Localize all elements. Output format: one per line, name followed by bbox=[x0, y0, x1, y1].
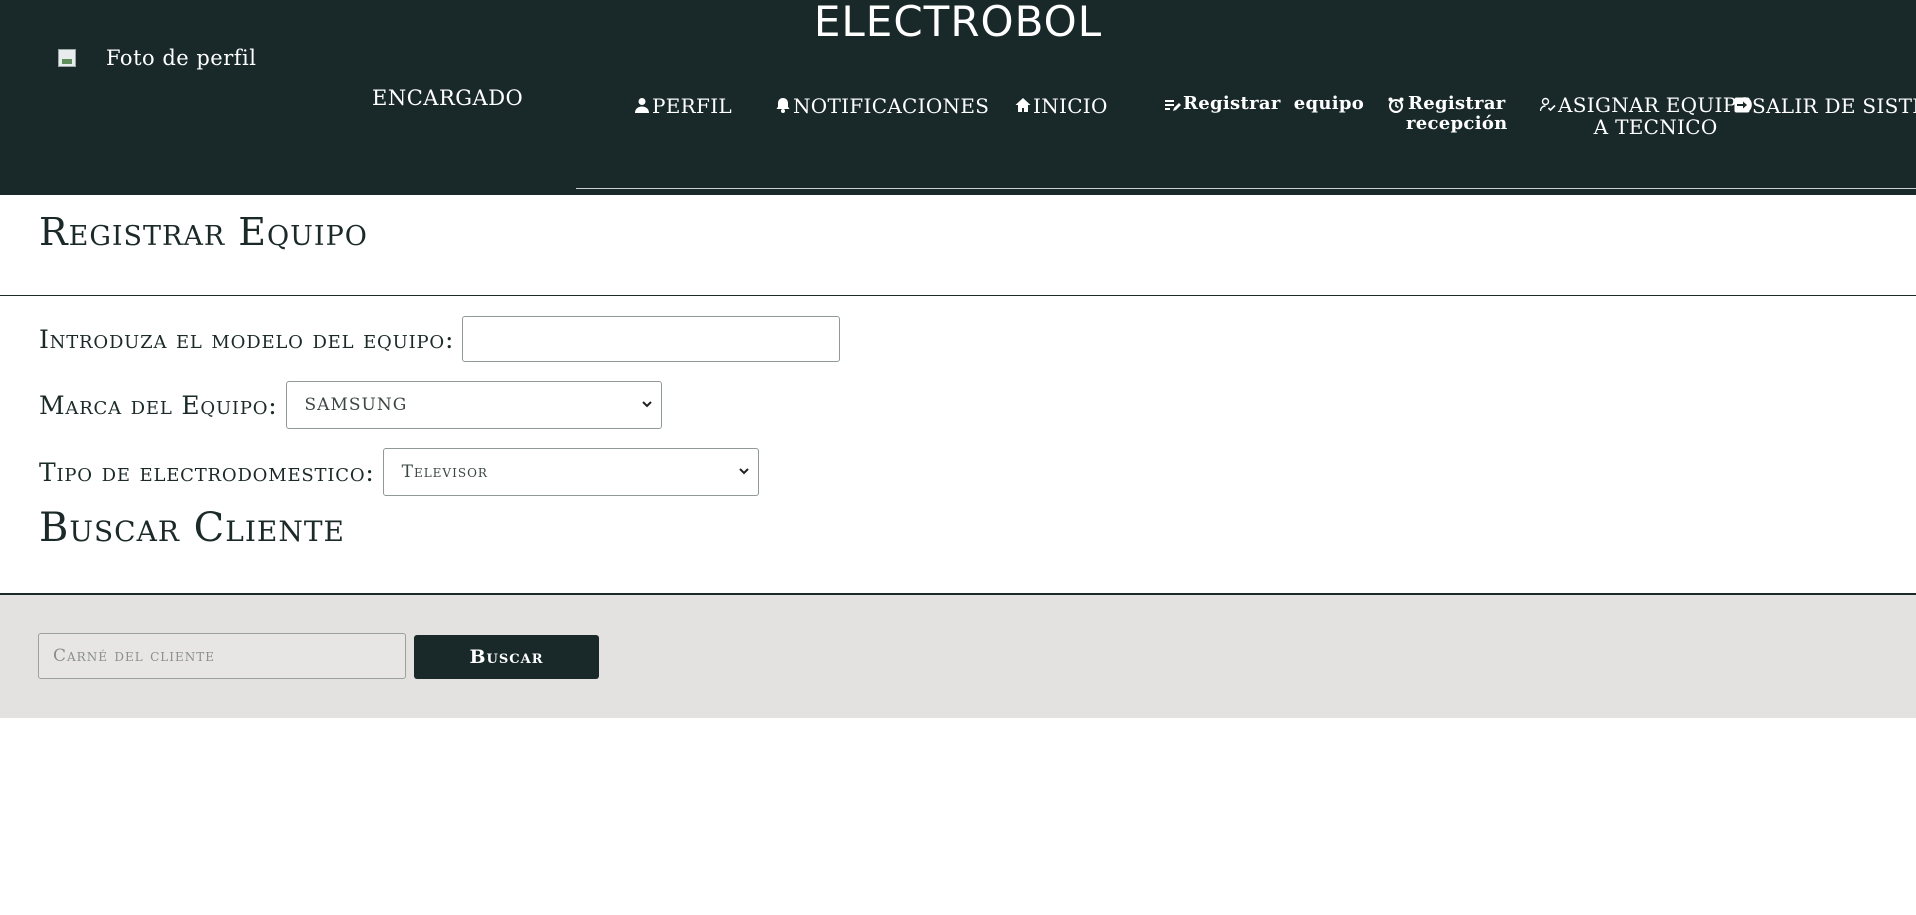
nav-asignar-equipo-label: ASIGNAR EQUIPO A TECNICO bbox=[1558, 94, 1753, 138]
profile-photo: Foto de perfil bbox=[58, 46, 256, 70]
profile-photo-alt: Foto de perfil bbox=[106, 46, 257, 70]
nav-registrar-recepcion-label: Registrar recepción bbox=[1406, 94, 1508, 134]
nav-registrar-equipo[interactable]: Registrar equipo bbox=[1165, 94, 1364, 114]
section-title-buscar-cliente: Buscar Cliente bbox=[39, 505, 345, 551]
brand-title: ELECTROBOL bbox=[813, 0, 1103, 46]
client-id-input[interactable] bbox=[38, 633, 406, 679]
page-title: Registrar Equipo bbox=[39, 210, 368, 254]
chevron-down-icon bbox=[641, 401, 652, 408]
type-row: Tipo de electrodomestico: Televisor bbox=[39, 448, 759, 496]
nav-asignar-line1: ASIGNAR EQUIPO bbox=[1558, 93, 1754, 117]
brand-select[interactable]: SAMSUNG bbox=[285, 381, 662, 429]
user-role: Encargado bbox=[372, 86, 524, 110]
nav-inicio-label: INICIO bbox=[1033, 94, 1108, 118]
brand-selected-value: SAMSUNG bbox=[304, 395, 408, 415]
nav-inicio[interactable]: INICIO bbox=[1015, 94, 1108, 118]
type-label: Tipo de electrodomestico: bbox=[39, 457, 375, 487]
edit-list-icon bbox=[1165, 100, 1181, 111]
nav-salir-sistema[interactable]: SALIR DE SISTEMA bbox=[1734, 94, 1916, 118]
nav-asignar-equipo[interactable]: ASIGNAR EQUIPO A TECNICO bbox=[1540, 94, 1753, 138]
client-search-panel: Buscar bbox=[0, 593, 1916, 718]
nav-salir-sistema-label: SALIR DE SISTEMA bbox=[1752, 94, 1916, 118]
nav-registrar-recepcion-line1: Registrar bbox=[1407, 93, 1506, 114]
top-header: ELECTROBOL Foto de perfil Encargado PERF… bbox=[0, 0, 1916, 195]
type-select[interactable]: Televisor bbox=[382, 448, 759, 496]
nav-registrar-recepcion-line2: recepción bbox=[1406, 113, 1508, 134]
type-selected-value: Televisor bbox=[401, 462, 488, 482]
search-button[interactable]: Buscar bbox=[414, 635, 599, 679]
nav-notificaciones-label: NOTIFICACIONES bbox=[793, 94, 990, 118]
home-icon bbox=[1015, 98, 1031, 112]
alarm-clock-icon bbox=[1388, 97, 1404, 113]
model-input[interactable] bbox=[462, 316, 841, 362]
main-nav: PERFIL NOTIFICACIONES INICIO Registrar e… bbox=[576, 90, 1916, 189]
user-icon bbox=[635, 98, 649, 113]
nav-notificaciones[interactable]: NOTIFICACIONES bbox=[775, 94, 989, 118]
nav-registrar-equipo-label: Registrar equipo bbox=[1183, 93, 1365, 114]
brand-label: Marca del Equipo: bbox=[39, 390, 278, 420]
title-divider bbox=[0, 295, 1916, 296]
user-check-icon bbox=[1540, 97, 1556, 112]
chevron-down-icon bbox=[738, 468, 749, 475]
brand-row: Marca del Equipo: SAMSUNG bbox=[39, 381, 662, 429]
model-row: Introduza el modelo del equipo: bbox=[39, 316, 841, 362]
model-label: Introduza el modelo del equipo: bbox=[39, 324, 455, 354]
nav-registrar-recepcion[interactable]: Registrar recepción bbox=[1388, 94, 1508, 134]
image-placeholder-icon bbox=[58, 49, 76, 67]
nav-asignar-line2: A TECNICO bbox=[1593, 115, 1718, 139]
bell-icon bbox=[776, 98, 790, 113]
nav-perfil[interactable]: PERFIL bbox=[634, 94, 732, 118]
nav-perfil-label: PERFIL bbox=[652, 94, 732, 118]
logout-icon bbox=[1734, 97, 1750, 113]
